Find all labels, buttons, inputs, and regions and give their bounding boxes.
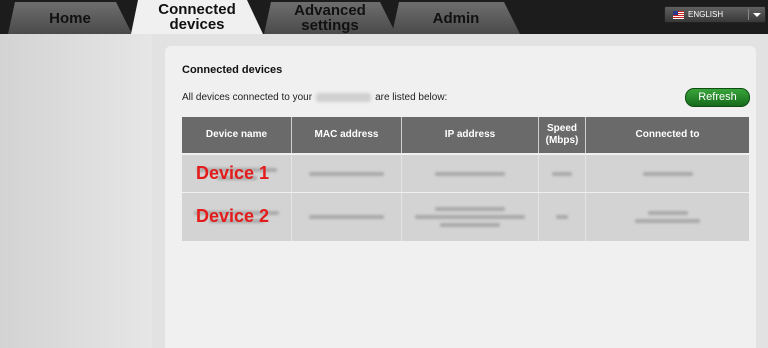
blurred-router-name bbox=[316, 93, 372, 102]
blurred-text bbox=[435, 207, 505, 211]
tab-home[interactable]: Home bbox=[8, 2, 132, 34]
connected-to-cell bbox=[586, 193, 749, 241]
column-header-speed: Speed (Mbps) bbox=[539, 117, 586, 153]
chevron-down-icon[interactable] bbox=[753, 13, 761, 17]
table-row: Device 1 bbox=[182, 155, 749, 192]
tab-admin[interactable]: Admin bbox=[392, 2, 520, 34]
device-name-cell: Device 2 bbox=[182, 193, 292, 241]
tab-connected-devices[interactable]: Connected devices bbox=[131, 0, 263, 34]
device-name-cell: Device 1 bbox=[182, 155, 292, 192]
tab-advanced-settings[interactable]: Advanced settings bbox=[264, 2, 396, 34]
ip-address-cell bbox=[402, 193, 539, 241]
device-annotation-label: Device 2 bbox=[196, 206, 270, 226]
blurred-text bbox=[556, 215, 568, 219]
description-prefix: All devices connected to your bbox=[182, 92, 313, 103]
blurred-text bbox=[440, 223, 500, 227]
mac-address-cell bbox=[292, 155, 402, 192]
page-title: Connected devices bbox=[182, 64, 283, 76]
column-header-device-name: Device name bbox=[182, 117, 292, 153]
blurred-text bbox=[309, 215, 384, 219]
language-select[interactable]: ENGLISH bbox=[664, 6, 766, 23]
blurred-text bbox=[647, 211, 688, 215]
column-header-connected-to: Connected to bbox=[586, 117, 749, 153]
connected-to-cell bbox=[586, 155, 749, 192]
blurred-text bbox=[552, 171, 572, 176]
blurred-text bbox=[635, 219, 700, 223]
speed-cell bbox=[539, 193, 586, 241]
language-select-divider bbox=[748, 9, 749, 20]
blurred-text bbox=[642, 171, 693, 176]
column-header-mac-address: MAC address bbox=[292, 117, 402, 153]
description-suffix: are listed below: bbox=[375, 92, 448, 103]
devices-table-header: Device name MAC address IP address Speed… bbox=[182, 117, 749, 153]
blurred-text bbox=[435, 171, 505, 176]
device-annotation-label: Device 1 bbox=[196, 163, 270, 183]
page-description: All devices connected to your are listed… bbox=[182, 92, 447, 103]
speed-cell bbox=[539, 155, 586, 192]
blurred-text bbox=[415, 215, 525, 219]
tab-connected-devices-label: Connected devices bbox=[158, 1, 236, 33]
ip-address-cell bbox=[402, 155, 539, 192]
tab-home-label: Home bbox=[49, 9, 91, 27]
language-select-value: ENGLISH bbox=[688, 10, 724, 19]
mac-address-cell bbox=[292, 193, 402, 241]
tab-admin-label: Admin bbox=[432, 9, 480, 27]
table-row: Device 2 bbox=[182, 193, 749, 241]
sidebar bbox=[0, 34, 152, 348]
column-header-ip-address: IP address bbox=[402, 117, 539, 153]
blurred-text bbox=[309, 171, 384, 176]
refresh-button[interactable]: Refresh bbox=[685, 88, 750, 107]
us-flag-icon bbox=[673, 10, 684, 19]
tab-advanced-settings-label: Advanced settings bbox=[294, 2, 366, 34]
